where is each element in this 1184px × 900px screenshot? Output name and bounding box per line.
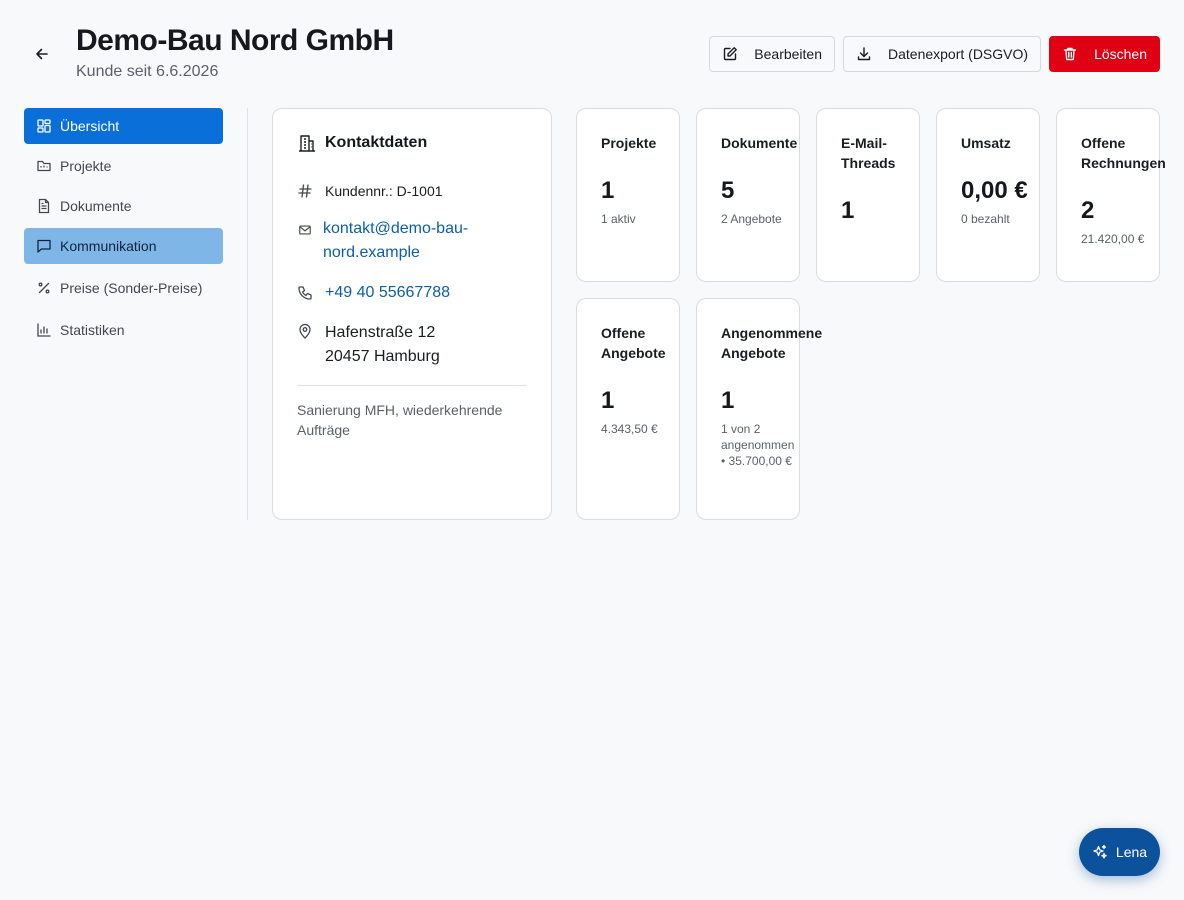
contact-card-header: Kontaktdaten xyxy=(297,133,527,153)
sidebar-item-statistics[interactable]: Statistiken xyxy=(24,312,223,348)
customer-number: Kundennr.: D-1001 xyxy=(325,181,443,201)
sidebar-item-label: Übersicht xyxy=(60,118,120,134)
contact-card-title: Kontaktdaten xyxy=(325,134,428,151)
stat-card-projects[interactable]: Projekte 1 1 aktiv xyxy=(576,108,680,282)
grid-icon xyxy=(37,119,51,133)
mail-icon xyxy=(299,225,311,235)
address-street: Hafenstraße 12 xyxy=(325,324,436,341)
bar-chart-icon xyxy=(37,323,51,337)
download-icon xyxy=(857,47,871,61)
address-city: 20457 Hamburg xyxy=(325,348,440,365)
email-link[interactable]: kontakt@demo-bau-nord.example xyxy=(323,217,503,265)
edit-icon xyxy=(724,47,738,61)
contact-card: Kontaktdaten Kundennr.: D-1001 kontakt@d… xyxy=(272,108,552,520)
delete-button-label: Löschen xyxy=(1094,46,1147,62)
sidebar-item-label: Kommunikation xyxy=(60,238,157,254)
address: Hafenstraße 12 20457 Hamburg xyxy=(325,321,440,369)
sidebar-item-overview[interactable]: Übersicht xyxy=(24,108,223,144)
stat-label: Offene Rechnungen xyxy=(1081,135,1166,171)
message-icon xyxy=(37,239,51,253)
sidebar-nav: Übersicht Projekte Dokumente Kommunikati… xyxy=(24,108,223,352)
page-subtitle: Kunde seit 6.6.2026 xyxy=(76,63,219,80)
stat-card-documents[interactable]: Dokumente 5 2 Angebote xyxy=(696,108,800,282)
hash-icon xyxy=(298,184,312,198)
phone-row: +49 40 55667788 xyxy=(297,281,527,305)
export-button[interactable]: Datenexport (DSGVO) xyxy=(843,36,1042,72)
back-button[interactable] xyxy=(30,42,54,66)
customer-number-row: Kundennr.: D-1001 xyxy=(297,181,527,201)
phone-link[interactable]: +49 40 55667788 xyxy=(325,281,450,305)
sidebar-item-label: Dokumente xyxy=(60,198,132,214)
arrow-left-icon xyxy=(36,48,48,60)
stat-sub: 1 aktiv xyxy=(601,212,636,226)
stat-value: 5 xyxy=(721,177,735,204)
folder-icon xyxy=(37,160,51,172)
stat-label: E-Mail-Threads xyxy=(841,135,896,171)
sidebar-item-communication[interactable]: Kommunikation xyxy=(24,228,223,264)
stat-card-email-threads[interactable]: E-Mail-Threads 1 xyxy=(816,108,920,282)
sidebar-item-label: Statistiken xyxy=(60,322,125,338)
trash-icon xyxy=(1063,47,1077,61)
stat-value: 1 xyxy=(601,177,615,204)
stat-card-accepted-offers[interactable]: Angenommene Angebote 1 1 von 2 angenomme… xyxy=(696,298,822,520)
stat-value: 2 xyxy=(1081,197,1095,224)
stat-label: Angenommene Angebote xyxy=(721,325,823,361)
sidebar-item-projects[interactable]: Projekte xyxy=(24,148,223,184)
stat-value: 0,00 € xyxy=(961,177,1028,204)
sidebar-item-label: Projekte xyxy=(60,158,112,174)
sidebar-item-documents[interactable]: Dokumente xyxy=(24,188,223,224)
sparkles-icon xyxy=(1093,844,1107,859)
stat-card-open-offers[interactable]: Offene Angebote 1 4.343,50 € xyxy=(576,298,680,520)
stat-sub: 21.420,00 € xyxy=(1081,232,1145,246)
stat-card-revenue[interactable]: Umsatz 0,00 € 0 bezahlt xyxy=(936,108,1040,282)
sidebar-divider xyxy=(247,108,248,520)
page-title: Demo-Bau Nord GmbH xyxy=(76,24,394,57)
stat-value: 1 xyxy=(721,387,735,414)
sidebar-item-label: Preise (Sonder-Preise) xyxy=(60,280,203,296)
document-icon xyxy=(38,198,50,214)
stat-sub: 1 von 2 angenommen • 35.700,00 € xyxy=(721,422,795,468)
stat-card-open-invoices[interactable]: Offene Rechnungen 2 21.420,00 € xyxy=(1056,108,1166,282)
export-button-label: Datenexport (DSGVO) xyxy=(888,46,1029,62)
stat-sub: 0 bezahlt xyxy=(961,212,1010,226)
customer-number-label: Kundennr.: xyxy=(325,183,393,199)
assistant-button[interactable]: Lena xyxy=(1079,828,1160,876)
phone-icon xyxy=(298,286,312,300)
building-icon xyxy=(299,135,315,152)
map-pin-icon xyxy=(299,323,311,339)
stat-label: Umsatz xyxy=(961,135,1011,151)
email-row: kontakt@demo-bau-nord.example xyxy=(297,217,527,265)
address-row: Hafenstraße 12 20457 Hamburg xyxy=(297,321,527,369)
header-actions: Bearbeiten Datenexport (DSGVO) Löschen xyxy=(709,36,1160,72)
stat-label: Offene Angebote xyxy=(601,325,666,361)
stat-label: Dokumente xyxy=(721,135,798,151)
sidebar-item-prices[interactable]: Preise (Sonder-Preise) xyxy=(24,268,223,308)
assistant-label: Lena xyxy=(1115,844,1148,860)
edit-button-label: Bearbeiten xyxy=(754,46,822,62)
customer-note: Sanierung MFH, wiederkehrende Aufträge xyxy=(297,402,503,438)
stat-label: Projekte xyxy=(601,135,657,151)
stat-sub: 4.343,50 € xyxy=(601,422,658,436)
delete-button[interactable]: Löschen xyxy=(1049,36,1160,72)
contact-divider xyxy=(297,385,527,386)
stat-value: 1 xyxy=(841,197,855,224)
percent-icon xyxy=(38,282,50,294)
customer-number-value: D-1001 xyxy=(396,183,443,199)
edit-button[interactable]: Bearbeiten xyxy=(709,36,835,72)
stat-value: 1 xyxy=(601,387,615,414)
stat-sub: 2 Angebote xyxy=(721,212,782,226)
